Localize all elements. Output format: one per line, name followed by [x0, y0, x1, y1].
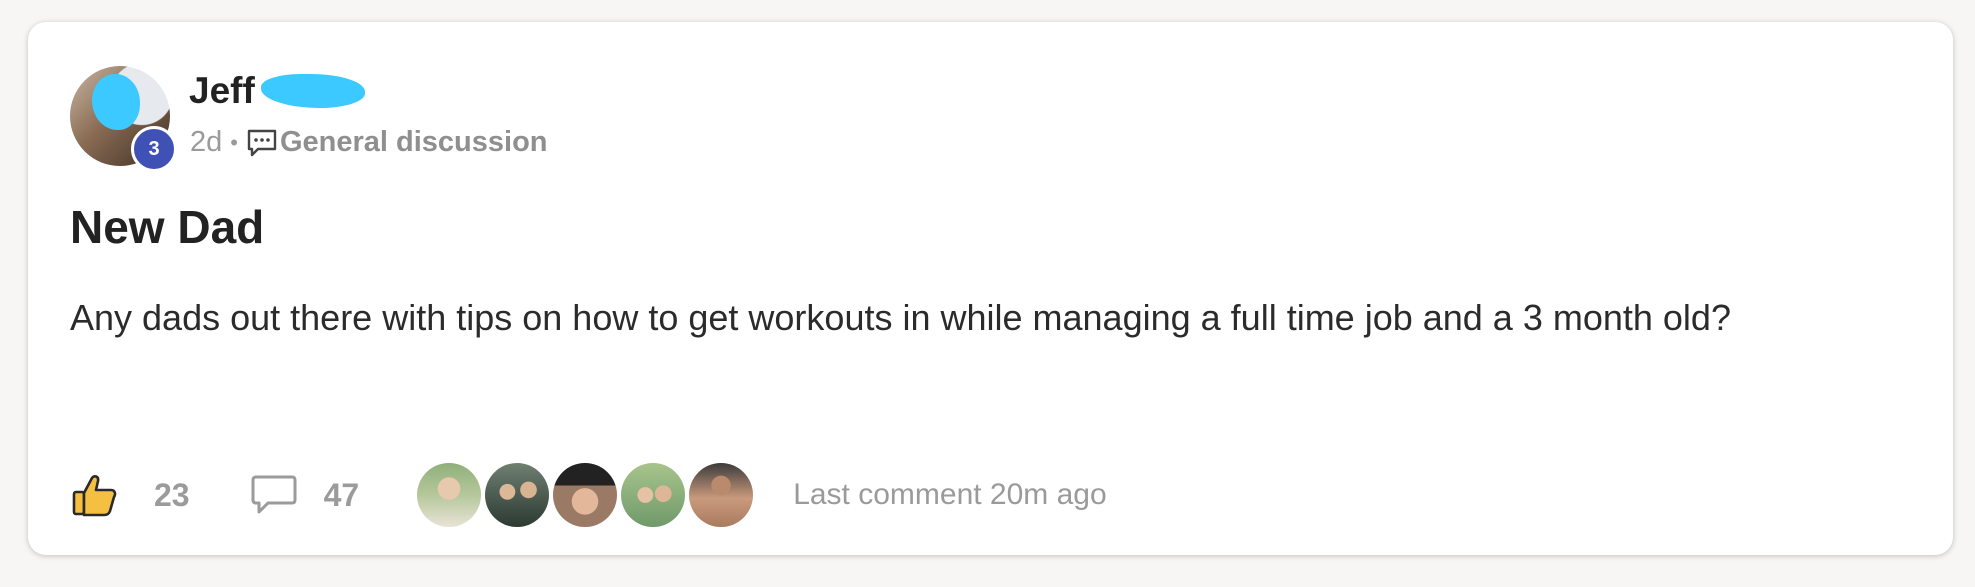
- commenter-avatar[interactable]: [689, 463, 754, 527]
- author-last-name-redaction: [260, 74, 365, 108]
- level-badge: 3: [131, 126, 177, 172]
- avatar-redaction: [92, 74, 140, 130]
- meta-separator: •: [230, 129, 238, 155]
- commenter-avatar[interactable]: [553, 463, 618, 527]
- commenter-avatar[interactable]: [621, 463, 686, 527]
- commenter-avatar[interactable]: [417, 463, 482, 527]
- comment-count: 47: [323, 476, 360, 513]
- post-body: Any dads out there with tips on how to g…: [70, 297, 1731, 338]
- comment-bubble-icon[interactable]: [250, 473, 298, 517]
- chat-bubble-icon: [246, 128, 278, 158]
- category-link[interactable]: General discussion: [280, 126, 548, 159]
- like-count: 23: [154, 476, 190, 513]
- post-footer: 23 47 Last comment 20m ago: [70, 457, 1107, 533]
- post-meta: 2d • General discussion: [190, 126, 548, 159]
- post-title[interactable]: New Dad: [70, 200, 264, 254]
- commenter-avatar[interactable]: [485, 463, 550, 527]
- author-name[interactable]: Jeff: [189, 70, 365, 112]
- thumbs-up-icon[interactable]: [70, 470, 120, 520]
- post-card[interactable]: 3 Jeff 2d • General discussion New Dad A…: [28, 22, 1953, 555]
- author-first-name[interactable]: Jeff: [189, 70, 255, 112]
- post-age: 2d: [190, 126, 223, 158]
- commenter-avatars: [417, 463, 757, 527]
- last-comment-time: Last comment 20m ago: [793, 478, 1107, 511]
